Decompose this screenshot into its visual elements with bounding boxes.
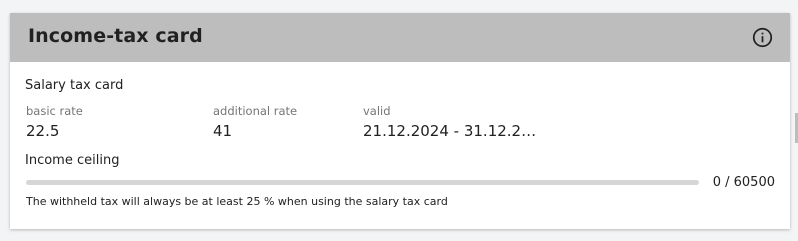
income-ceiling-progress-bar [26, 180, 699, 185]
income-tax-card: Income-tax card Salary tax card basic ra… [10, 13, 790, 229]
additional-rate-value: 41 [213, 122, 233, 140]
basic-rate-label: basic rate [26, 104, 83, 118]
basic-rate-field: basic rate 22.5 [26, 104, 83, 140]
valid-value: 21.12.2024 - 31.12.2… [363, 122, 537, 140]
section-title: Salary tax card [25, 78, 124, 93]
card-header: Income-tax card [10, 13, 790, 62]
valid-field: valid 21.12.2024 - 31.12.2… [363, 104, 536, 140]
card-title: Income-tax card [28, 25, 203, 47]
income-ceiling-title: Income ceiling [25, 153, 120, 168]
income-ceiling-progress-text: 0 / 60500 [712, 175, 775, 190]
additional-rate-field: additional rate 41 [213, 104, 297, 140]
additional-rate-label: additional rate [213, 104, 298, 118]
basic-rate-value: 22.5 [26, 122, 60, 140]
valid-label: valid [363, 104, 391, 118]
info-icon[interactable] [752, 27, 773, 48]
withholding-note: The withheld tax will always be at least… [26, 195, 448, 208]
